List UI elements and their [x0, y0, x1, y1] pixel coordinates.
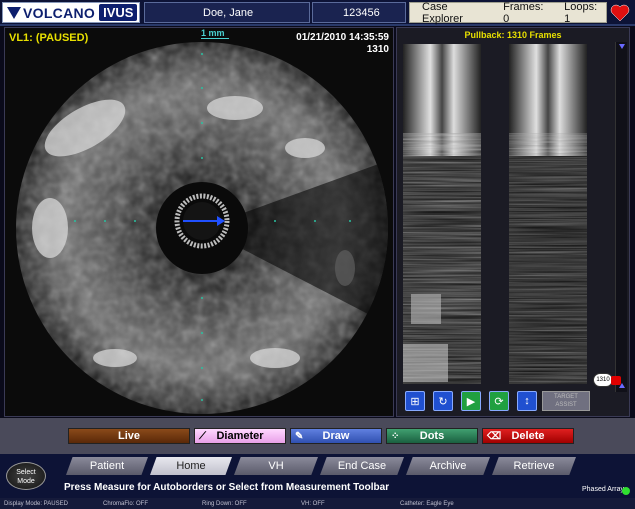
status-display-mode: Display Mode: PAUSED	[4, 500, 68, 507]
tab-archive[interactable]: Archive	[406, 457, 490, 475]
draw-label: Draw	[322, 430, 350, 442]
acquisition-datetime: 01/21/2010 14:35:59	[296, 32, 389, 43]
status-chromaflo: ChromaFlo: OFF	[103, 500, 149, 507]
pencil-icon: ✎	[295, 430, 304, 442]
measurement-toolbar: Live ⟋ Diameter ✎ Draw ⁘ Dots ⌫ Delete	[0, 418, 635, 454]
longitudinal-view[interactable]: Pullback: 1310 Frames 1310 ⊞ ↻ ▶ ⟳ ↕ TAR…	[396, 27, 630, 417]
ivus-image	[16, 42, 388, 414]
tab-end-case[interactable]: End Case	[320, 457, 404, 475]
delete-button[interactable]: ⌫ Delete	[482, 428, 574, 444]
split-view-icon[interactable]: ⊞	[405, 391, 425, 411]
rotate-view-icon[interactable]: ↻	[433, 391, 453, 411]
phased-array-label: Phased Array	[582, 486, 625, 493]
pullback-title: Pullback: 1310 Frames	[464, 30, 562, 40]
phased-array-status-icon	[622, 487, 630, 495]
frame-slider[interactable]	[615, 42, 627, 392]
loops-count: Loops: 1	[564, 0, 598, 25]
long-view-strip-left[interactable]	[403, 44, 481, 384]
dots-button[interactable]: ⁘ Dots	[386, 428, 478, 444]
frames-count: Frames: 0	[503, 0, 544, 25]
tab-home[interactable]: Home	[150, 457, 232, 475]
delete-label: Delete	[511, 430, 545, 442]
viewer-status: VL1: (PAUSED)	[9, 32, 89, 44]
measure-length-icon[interactable]: ↕	[517, 391, 537, 411]
play-icon[interactable]: ▶	[461, 391, 481, 411]
status-bar: Display Mode: PAUSED ChromaFlo: OFF Ring…	[0, 498, 635, 509]
slider-marker-icon	[611, 376, 621, 385]
volcano-logo-icon	[7, 6, 21, 19]
status-vh: VH: OFF	[301, 500, 325, 507]
slider-track	[619, 44, 625, 388]
dots-icon: ⁘	[391, 430, 400, 442]
case-explorer-link[interactable]: Case Explorer	[422, 1, 491, 25]
long-view-strip-right[interactable]	[509, 44, 587, 384]
live-button[interactable]: Live	[68, 428, 190, 444]
instruction-text: Press Measure for Autoborders or Select …	[64, 482, 390, 493]
product-name: IVUS	[99, 4, 138, 21]
tab-vh[interactable]: VH	[234, 457, 318, 475]
tab-patient[interactable]: Patient	[66, 457, 148, 475]
draw-button[interactable]: ✎ Draw	[290, 428, 382, 444]
heart-icon[interactable]	[610, 4, 630, 22]
scale-bar	[201, 38, 229, 39]
patient-name-field[interactable]: Doe, Jane	[144, 2, 310, 23]
status-ring-down: Ring Down: OFF	[202, 500, 247, 507]
slider-thumb[interactable]: 1310	[593, 373, 613, 387]
top-bar: VOLCANO IVUS Doe, Jane 123456 Case Explo…	[0, 0, 635, 26]
volcano-logo: VOLCANO IVUS	[2, 2, 140, 23]
patient-id-field[interactable]: 123456	[312, 2, 406, 23]
target-assist-button[interactable]: TARGET ASSIST	[542, 391, 590, 411]
ivus-cross-section-viewer[interactable]: VL1: (PAUSED) 1 mm 01/21/2010 14:35:59 1…	[4, 27, 394, 417]
brand-name: VOLCANO	[23, 4, 96, 21]
eraser-icon: ⌫	[487, 430, 502, 442]
case-info: Case Explorer Frames: 0 Loops: 1	[409, 0, 607, 25]
select-mode-button[interactable]: Select Mode	[6, 462, 46, 490]
diameter-label: Diameter	[216, 430, 264, 442]
frame-number: 1310	[366, 44, 389, 55]
scale-label: 1 mm	[201, 28, 225, 38]
loop-icon[interactable]: ⟳	[489, 391, 509, 411]
diameter-button[interactable]: ⟋ Diameter	[194, 428, 286, 444]
status-catheter: Catheter: Eagle Eye	[400, 500, 454, 507]
tab-retrieve[interactable]: Retrieve	[492, 457, 576, 475]
dots-label: Dots	[419, 430, 445, 442]
diameter-icon: ⟋	[199, 430, 206, 442]
